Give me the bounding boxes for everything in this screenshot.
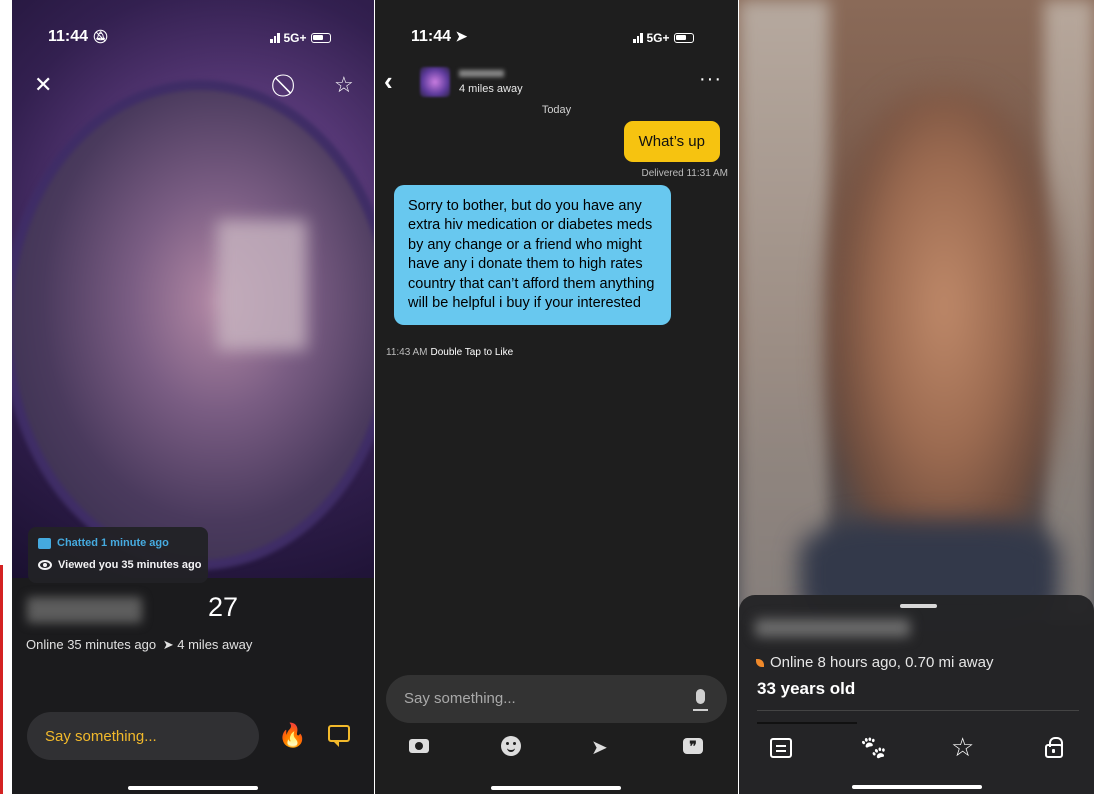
status-indicators: 5G+	[633, 31, 694, 45]
close-icon[interactable]: ✕	[34, 72, 52, 98]
received-meta: 11:43 AM Double Tap to Like	[386, 347, 513, 358]
red-edge-bar	[0, 565, 3, 794]
avatar[interactable]	[420, 67, 450, 97]
home-indicator	[491, 786, 621, 790]
chatted-row: Chatted 1 minute ago	[38, 537, 169, 549]
fire-tap-icon[interactable]: 🔥	[278, 722, 307, 749]
battery-icon	[673, 33, 694, 43]
contact-distance: 4 miles away	[459, 83, 523, 95]
viewed-row: Viewed you 35 minutes ago	[38, 559, 201, 571]
profile-name-redacted	[755, 619, 910, 637]
favorite-star-icon[interactable]: ☆	[334, 72, 354, 98]
signal-icon	[633, 33, 643, 43]
status-time: 11:44 🔕︎	[48, 28, 110, 45]
battery-icon	[310, 33, 331, 43]
network-label: 5G+	[283, 31, 307, 45]
divider	[757, 710, 1079, 711]
paw-tap-icon[interactable]: 🐾︎	[858, 734, 888, 763]
message-input[interactable]: Say something...	[27, 712, 259, 760]
contact-name-redacted	[459, 70, 504, 77]
profile-photo[interactable]	[739, 0, 1094, 630]
chat-header: ‹ 4 miles away ···	[375, 60, 738, 104]
camera-icon[interactable]	[409, 739, 429, 753]
profile-panel-left: 11:44 🔕︎ 5G+ ✕ ⃠ ☆ Chatted 1 minute ago …	[12, 0, 374, 794]
profile-info-sheet[interactable]: Online 8 hours ago, 0.70 mi away 33 year…	[739, 595, 1094, 794]
sheet-drag-handle[interactable]	[900, 604, 937, 608]
status-indicators: 5G+	[270, 31, 331, 45]
received-time: 11:43 AM	[386, 347, 428, 358]
emoji-icon[interactable]	[501, 736, 521, 756]
viewed-label: Viewed you 35 minutes ago	[58, 559, 202, 571]
lock-icon[interactable]	[1045, 737, 1063, 758]
leaf-icon	[756, 658, 764, 667]
photo-blur-circle	[12, 80, 374, 570]
photo-blur-figure	[829, 90, 1059, 570]
online-status: Online 35 minutes ago ➤ 4 miles away	[26, 637, 253, 652]
profile-name-redacted	[27, 597, 142, 623]
microphone-icon[interactable]	[693, 689, 708, 711]
message-icon[interactable]	[770, 738, 792, 758]
message-input[interactable]: Say something...	[386, 675, 727, 723]
status-time: 11:44 ➤	[411, 28, 468, 45]
profile-age: 33 years old	[757, 679, 856, 698]
online-status: Online 8 hours ago, 0.70 mi away	[756, 654, 993, 671]
message-input-placeholder: Say something...	[404, 690, 516, 707]
divider-accent	[757, 722, 857, 724]
eye-icon	[38, 560, 52, 570]
home-indicator	[128, 786, 258, 790]
date-divider: Today	[541, 104, 572, 116]
chat-bubble-icon	[38, 537, 51, 549]
sent-message[interactable]: What’s up	[623, 121, 720, 162]
location-arrow-icon[interactable]: ➤	[591, 735, 608, 760]
message-input-placeholder: Say something...	[45, 728, 157, 745]
delivery-status: Delivered 11:31 AM	[641, 168, 728, 179]
profile-age: 27	[208, 592, 239, 622]
more-options-icon[interactable]: ···	[699, 68, 722, 91]
chat-icon[interactable]	[328, 725, 350, 747]
double-tap-hint: Double Tap to Like	[430, 347, 514, 358]
chatted-label: Chatted 1 minute ago	[57, 537, 169, 549]
network-label: 5G+	[646, 31, 670, 45]
home-indicator	[852, 785, 982, 789]
photo-blur-background	[739, 0, 829, 620]
profile-photo[interactable]	[12, 0, 374, 578]
received-message[interactable]: Sorry to bother, but do you have any ext…	[394, 185, 671, 326]
profile-panel-right: Online 8 hours ago, 0.70 mi away 33 year…	[739, 0, 1094, 794]
photo-blur-phone	[217, 220, 307, 350]
chat-panel: 11:44 ➤ 5G+ ‹ 4 miles away ··· Today Wha…	[375, 0, 738, 794]
favorite-star-icon[interactable]: ☆	[951, 732, 974, 763]
back-chevron-icon[interactable]: ‹	[384, 66, 393, 97]
signal-icon	[270, 33, 280, 43]
activity-tooltip: Chatted 1 minute ago Viewed you 35 minut…	[28, 527, 208, 583]
saved-phrases-icon[interactable]: ❞	[683, 738, 703, 754]
